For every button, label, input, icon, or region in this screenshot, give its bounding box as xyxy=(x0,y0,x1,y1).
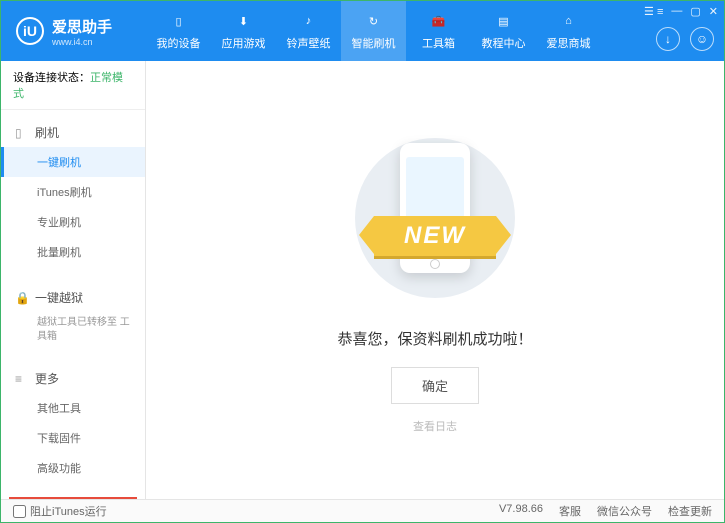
phone-icon: ▯ xyxy=(169,11,189,31)
close-button[interactable]: ✕ xyxy=(709,5,718,18)
new-banner: NEW xyxy=(374,216,496,256)
nav-tab-4[interactable]: 🧰 工具箱 xyxy=(406,1,471,61)
header-actions: ↓ ☺ xyxy=(656,27,714,51)
service-link[interactable]: 客服 xyxy=(559,503,581,519)
sidebar-item-flash-3[interactable]: 批量刷机 xyxy=(1,237,145,267)
nav-tab-label: 爱思商城 xyxy=(547,35,591,51)
app-name: 爱思助手 xyxy=(52,16,112,37)
device-status: 设备连接状态：正常模式 xyxy=(1,61,145,110)
app-header: iU 爱思助手 www.i4.cn ▯ 我的设备 ⬇ 应用游戏 ♪ 铃声壁纸 ↻ 智能刷机 🧰 工… xyxy=(1,1,724,61)
nav-tab-5[interactable]: ▤ 教程中心 xyxy=(471,1,536,61)
status-bar: 阻止iTunes运行 V7.98.66 客服 微信公众号 检查更新 xyxy=(1,499,724,522)
success-illustration: NEW xyxy=(345,128,525,308)
user-icon[interactable]: ☺ xyxy=(690,27,714,51)
sidebar-flash-title: 刷机 xyxy=(35,124,59,141)
nav-tab-label: 我的设备 xyxy=(157,35,201,51)
nav-tab-0[interactable]: ▯ 我的设备 xyxy=(146,1,211,61)
minimize-button[interactable]: — xyxy=(671,5,682,18)
block-itunes-label: 阻止iTunes运行 xyxy=(30,503,107,519)
nav-tabs: ▯ 我的设备 ⬇ 应用游戏 ♪ 铃声壁纸 ↻ 智能刷机 🧰 工具箱 ▤ 教程中心 ⌂ 爱思商城 xyxy=(146,1,601,61)
nav-tab-label: 工具箱 xyxy=(422,35,455,51)
nav-tab-label: 应用游戏 xyxy=(222,35,266,51)
wechat-link[interactable]: 微信公众号 xyxy=(597,503,652,519)
sidebar-more-title: 更多 xyxy=(35,370,59,387)
nav-tab-3[interactable]: ↻ 智能刷机 xyxy=(341,1,406,61)
block-itunes-checkbox[interactable]: 阻止iTunes运行 xyxy=(13,503,107,519)
sidebar-item-more-1[interactable]: 下载固件 xyxy=(1,423,145,453)
sidebar-item-flash-2[interactable]: 专业刷机 xyxy=(1,207,145,237)
app-icon: ⬇ xyxy=(234,11,254,31)
confirm-button[interactable]: 确定 xyxy=(391,367,479,404)
menu-icon[interactable]: ☰ ≡ xyxy=(644,5,663,18)
success-message: 恭喜您，保资料刷机成功啦！ xyxy=(337,328,532,349)
window-controls: ☰ ≡ — ▢ ✕ xyxy=(644,5,718,18)
sidebar: 设备连接状态：正常模式 ▯ 刷机 一键刷机iTunes刷机专业刷机批量刷机 🔒 一键… xyxy=(1,61,146,501)
hamburger-icon: ≡ xyxy=(15,372,29,386)
toolbox-icon: 🧰 xyxy=(429,11,449,31)
jailbreak-note: 越狱工具已转移至 工具箱 xyxy=(1,312,145,348)
nav-tab-label: 铃声壁纸 xyxy=(287,35,331,51)
sidebar-item-more-2[interactable]: 高级功能 xyxy=(1,453,145,483)
download-icon[interactable]: ↓ xyxy=(656,27,680,51)
sidebar-item-more-0[interactable]: 其他工具 xyxy=(1,393,145,423)
nav-tab-label: 教程中心 xyxy=(482,35,526,51)
sidebar-section-more[interactable]: ≡ 更多 xyxy=(1,364,145,393)
shop-icon: ⌂ xyxy=(559,11,579,31)
sidebar-item-flash-0[interactable]: 一键刷机 xyxy=(1,147,145,177)
book-icon: ▤ xyxy=(494,11,514,31)
phone-icon: ▯ xyxy=(15,126,29,140)
nav-tab-1[interactable]: ⬇ 应用游戏 xyxy=(211,1,276,61)
sidebar-jailbreak-title: 一键越狱 xyxy=(35,289,83,306)
sidebar-section-flash[interactable]: ▯ 刷机 xyxy=(1,118,145,147)
update-link[interactable]: 检查更新 xyxy=(668,503,712,519)
sidebar-item-flash-1[interactable]: iTunes刷机 xyxy=(1,177,145,207)
view-log-link[interactable]: 查看日志 xyxy=(413,418,457,434)
logo-icon: iU xyxy=(16,17,44,45)
main-content: NEW 恭喜您，保资料刷机成功啦！ 确定 查看日志 xyxy=(146,61,724,501)
music-icon: ♪ xyxy=(299,11,319,31)
sidebar-section-jailbreak[interactable]: 🔒 一键越狱 xyxy=(1,283,145,312)
lock-icon: 🔒 xyxy=(15,291,29,305)
nav-tab-label: 智能刷机 xyxy=(352,35,396,51)
logo: iU 爱思助手 www.i4.cn xyxy=(1,16,146,47)
app-site: www.i4.cn xyxy=(52,37,112,47)
device-status-label: 设备连接状态： xyxy=(13,72,90,84)
maximize-button[interactable]: ▢ xyxy=(690,5,700,18)
version-label: V7.98.66 xyxy=(499,503,543,519)
refresh-icon: ↻ xyxy=(364,11,384,31)
nav-tab-6[interactable]: ⌂ 爱思商城 xyxy=(536,1,601,61)
nav-tab-2[interactable]: ♪ 铃声壁纸 xyxy=(276,1,341,61)
